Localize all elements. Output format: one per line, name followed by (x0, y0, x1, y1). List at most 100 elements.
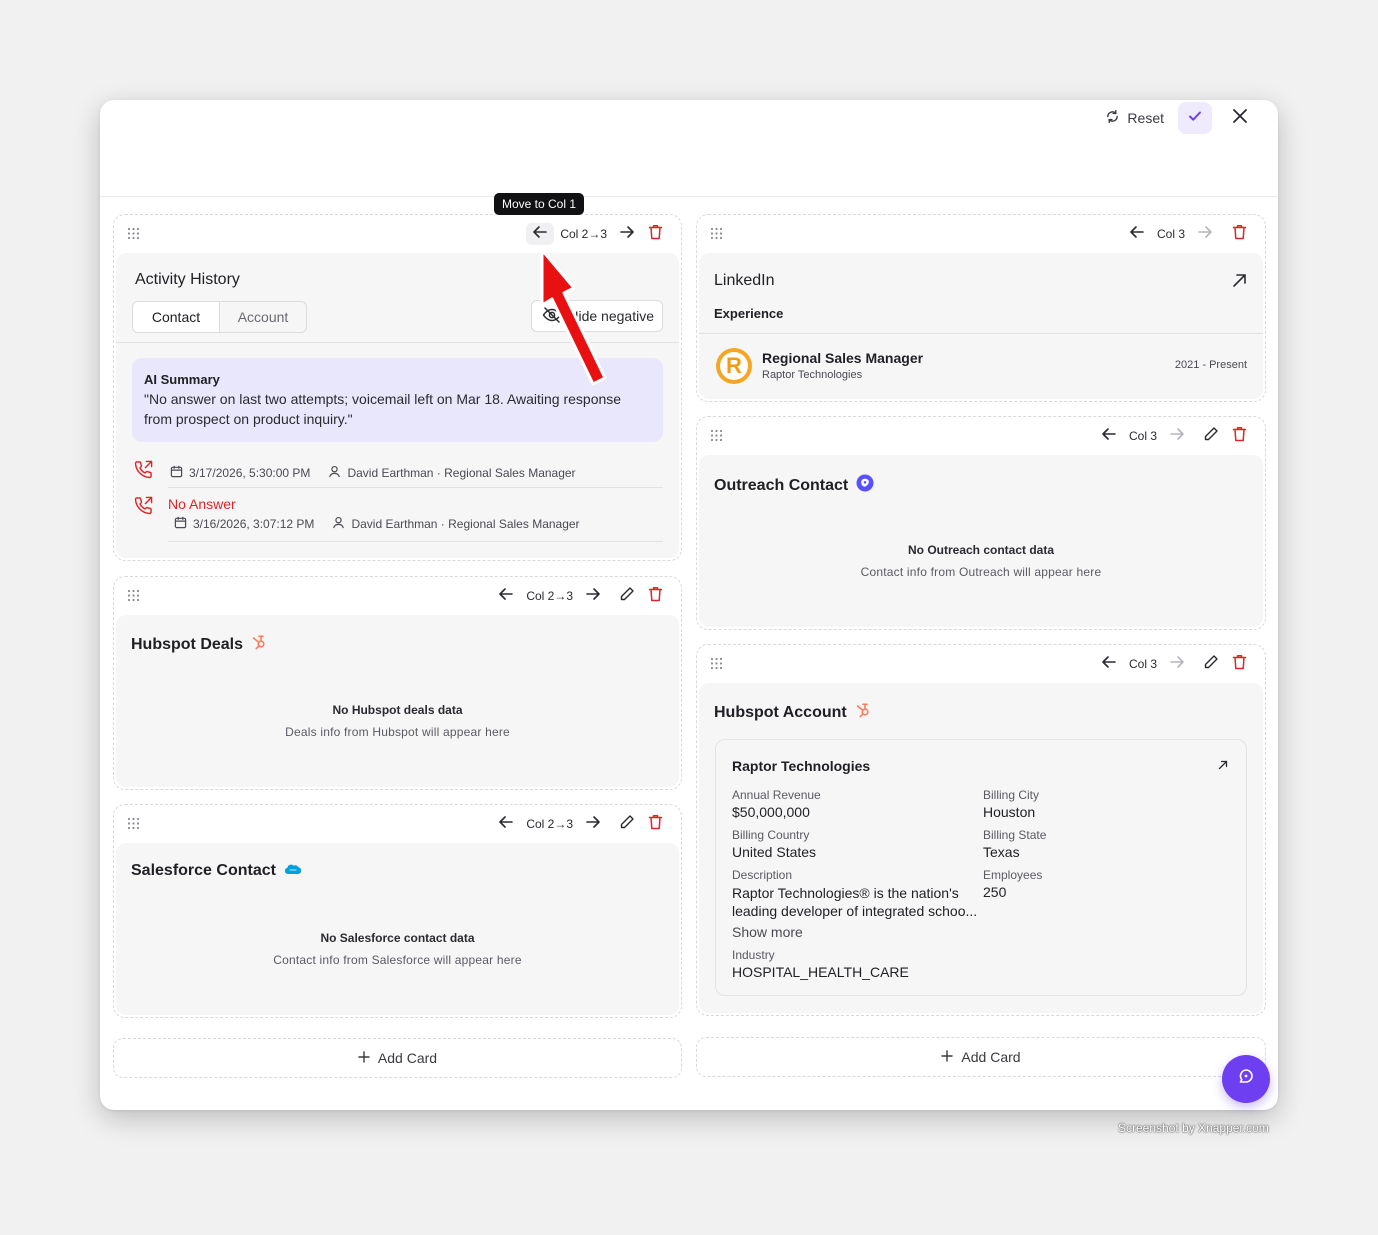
hubspot-account-title: Hubspot Account (714, 703, 847, 721)
tab-account[interactable]: Account (220, 302, 306, 332)
move-left-button[interactable] (1095, 425, 1123, 447)
field-value: $50,000,000 (732, 804, 810, 820)
move-left-button[interactable] (1095, 653, 1123, 675)
arrow-left-icon (1101, 427, 1117, 446)
field-value: United States (732, 844, 817, 860)
pencil-icon (1203, 426, 1219, 447)
trash-icon (648, 586, 663, 607)
empty-subtitle: Contact info from Outreach will appear h… (860, 565, 1102, 579)
column-label: Col 2→3 (560, 227, 607, 241)
salesforce-contact-title: Salesforce Contact (131, 862, 276, 879)
card-title: Hubspot Deals (131, 634, 267, 655)
move-left-button[interactable] (492, 813, 520, 835)
column-label: Col 3 (1156, 227, 1185, 241)
card-title: Hubspot Account (714, 702, 871, 723)
ai-summary-text: "No answer on last two attempts; voicema… (144, 391, 622, 427)
tab-contact[interactable]: Contact (133, 302, 220, 332)
hubspot-icon (855, 702, 871, 723)
activity-datetime: 3/17/2026, 5:30:00 PM (189, 466, 311, 480)
drag-handle-icon[interactable] (710, 657, 723, 675)
drag-handle-icon[interactable] (710, 227, 723, 245)
activity-outcome: No Answer (168, 496, 236, 512)
move-right-button[interactable] (579, 585, 607, 607)
delete-button[interactable] (641, 585, 669, 607)
field-billing-country: Billing Country United States (732, 828, 816, 860)
pencil-icon (1203, 654, 1219, 675)
field-label: Billing Country (732, 828, 810, 842)
external-link-icon[interactable] (1232, 273, 1247, 293)
add-card-button[interactable]: Add Card (696, 1037, 1266, 1077)
drag-handle-icon[interactable] (710, 429, 723, 447)
move-left-button[interactable] (1123, 223, 1151, 245)
arrow-right-icon (1169, 427, 1185, 446)
divider (168, 487, 663, 488)
calendar-icon (174, 516, 187, 532)
column-label: Col 3 (1128, 657, 1157, 671)
pencil-icon (619, 814, 635, 835)
hubspot-deals-title: Hubspot Deals (131, 635, 244, 653)
company-name: Raptor Technologies (762, 369, 863, 381)
move-tooltip: Move to Col 1 (494, 193, 585, 215)
job-title: Regional Sales Manager (762, 350, 924, 366)
delete-button[interactable] (1225, 223, 1253, 245)
phone-outgoing-icon (134, 460, 164, 484)
drag-handle-icon[interactable] (127, 589, 140, 607)
move-right-button-disabled (1163, 653, 1191, 675)
confirm-button[interactable] (1178, 102, 1212, 134)
move-right-button[interactable] (579, 813, 607, 835)
add-card-button[interactable]: Add Card (113, 1038, 682, 1078)
linkedin-title: LinkedIn (714, 272, 775, 289)
edit-button[interactable] (1197, 425, 1225, 447)
pencil-icon (619, 586, 635, 607)
outreach-icon (856, 474, 874, 497)
annotation-arrow (540, 248, 607, 386)
field-label: Annual Revenue (732, 788, 821, 802)
empty-subtitle: Deals info from Hubspot will appear here (285, 725, 510, 739)
field-label: Employees (983, 868, 1043, 882)
reset-label: Reset (1127, 110, 1164, 126)
field-value: Texas (983, 844, 1020, 860)
outreach-title: Outreach Contact (714, 476, 849, 494)
arrow-right-icon (585, 815, 601, 834)
close-button[interactable] (1226, 104, 1254, 132)
delete-button[interactable] (1225, 425, 1253, 447)
move-left-button[interactable] (526, 223, 555, 245)
card-title: Outreach Contact (714, 474, 874, 497)
external-link-icon[interactable] (1218, 757, 1228, 775)
edit-button[interactable] (613, 813, 641, 835)
edit-button[interactable] (1197, 653, 1225, 675)
drag-handle-icon[interactable] (127, 227, 140, 245)
column-label: Col 3 (1128, 429, 1157, 443)
move-right-button-disabled (1163, 425, 1191, 447)
plus-icon (941, 1049, 954, 1065)
field-description: Description Raptor Technologies® is the … (732, 868, 982, 940)
delete-button[interactable] (641, 223, 669, 245)
account-company-name: Raptor Technologies (732, 758, 871, 774)
trash-icon (648, 224, 663, 245)
edit-button[interactable] (613, 585, 641, 607)
linkedin-card: Col 3 LinkedIn Experience R Regional Sal… (696, 214, 1266, 402)
field-label: Billing State (983, 828, 1047, 842)
experience-label: Experience (714, 306, 784, 321)
drag-handle-icon[interactable] (127, 817, 140, 835)
delete-button[interactable] (641, 813, 669, 835)
chat-button[interactable] (1222, 1055, 1270, 1103)
delete-button[interactable] (1225, 653, 1253, 675)
user-icon (328, 465, 341, 481)
field-annual-revenue: Annual Revenue $50,000,000 (732, 788, 821, 820)
empty-title: No Salesforce contact data (320, 931, 475, 945)
column-label: Col 2→3 (526, 817, 573, 831)
card-title: Activity History (135, 271, 240, 289)
add-card-label: Add Card (961, 1049, 1021, 1065)
watermark: Screenshot by Xnapper.com (1118, 1121, 1269, 1135)
reset-button[interactable]: Reset (1105, 109, 1164, 127)
user-icon (332, 516, 345, 532)
arrow-left-icon (1101, 655, 1117, 674)
field-value: 250 (983, 884, 1007, 900)
hubspot-icon (251, 634, 267, 655)
move-right-button[interactable] (613, 223, 641, 245)
move-left-button[interactable] (492, 585, 520, 607)
field-value: Houston (983, 804, 1036, 820)
logo-letter: R (726, 353, 742, 378)
show-more-link[interactable]: Show more (732, 924, 982, 940)
